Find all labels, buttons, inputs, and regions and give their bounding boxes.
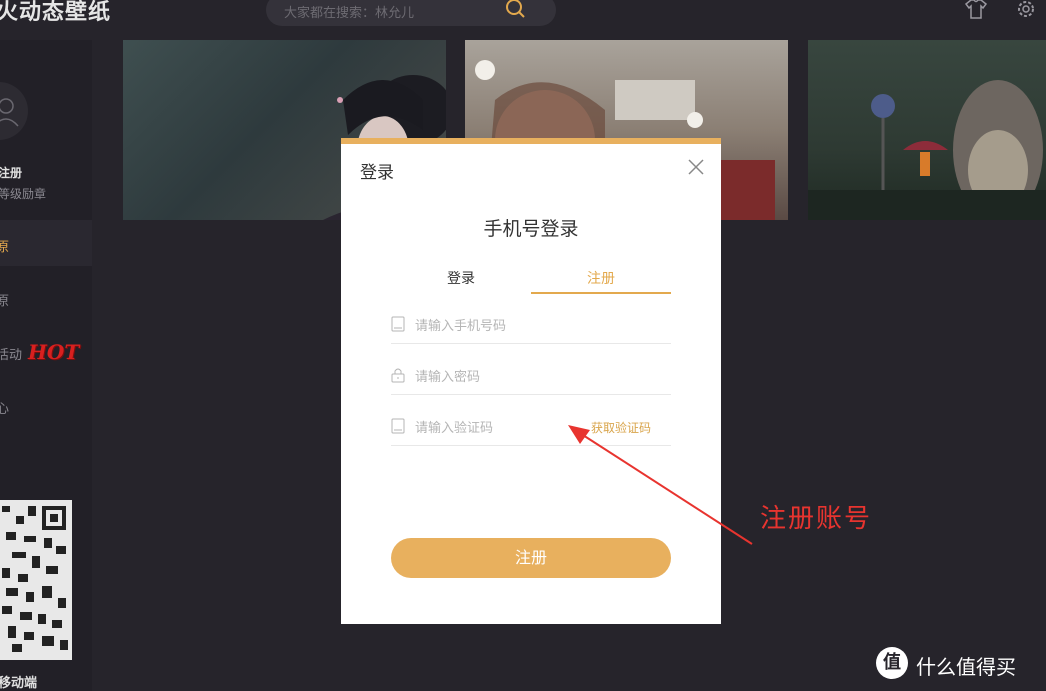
qr-code-icon <box>2 506 68 652</box>
sidebar-item-activity[interactable]: 活动 <box>0 344 22 363</box>
dialog-heading: 手机号登录 <box>483 218 579 240</box>
mobile-label: 移动端 <box>0 676 38 691</box>
search-icon[interactable] <box>504 0 526 19</box>
search-placeholder: 大家都在搜索：林允儿 <box>284 6 415 21</box>
phone-icon <box>391 316 405 332</box>
sidebar: 注册 等级励章 原 原 活动 HOT 心 移动端 <box>0 40 92 691</box>
gear-icon[interactable] <box>1014 0 1038 20</box>
sidebar-item-0[interactable]: 原 <box>0 236 9 255</box>
sidebar-item-1[interactable]: 原 <box>0 290 9 309</box>
dialog-title: 登录 <box>360 163 394 183</box>
login-dialog: 登录 手机号登录 登录 注册 请输入手机号码 请输入密码 请输入验证码 获取验证… <box>341 138 721 624</box>
phone-field[interactable]: 请输入手机号码 <box>391 304 671 344</box>
watermark-text: 什么值得买 <box>916 655 1016 679</box>
hot-badge: HOT <box>28 340 80 364</box>
search-bar[interactable]: 大家都在搜索：林允儿 <box>266 0 556 26</box>
phone-placeholder: 请输入手机号码 <box>415 319 507 334</box>
app-title: 火动态壁纸 <box>0 0 112 25</box>
annotation-text: 注册账号 <box>760 504 873 534</box>
level-label: 等级励章 <box>0 187 47 201</box>
watermark-logo: 值 <box>876 647 908 679</box>
user-icon <box>0 98 19 127</box>
wallpaper-thumbnail-3[interactable] <box>808 40 1046 220</box>
sidebar-item-3[interactable]: 心 <box>0 398 9 417</box>
nav-active-highlight <box>0 220 92 266</box>
annotation-arrow-icon <box>568 425 753 545</box>
avatar[interactable] <box>0 82 28 140</box>
close-icon[interactable] <box>687 158 705 176</box>
code-placeholder: 请输入验证码 <box>415 421 494 436</box>
qr-code <box>0 500 72 660</box>
lock-icon <box>391 368 405 383</box>
password-placeholder: 请输入密码 <box>415 370 481 385</box>
tab-register[interactable]: 注册 <box>531 268 671 294</box>
tab-login[interactable]: 登录 <box>391 268 531 294</box>
phone-icon <box>391 418 405 434</box>
password-field[interactable]: 请输入密码 <box>391 355 671 395</box>
totoro-image <box>808 80 1046 220</box>
shirt-icon[interactable] <box>964 0 988 20</box>
register-link[interactable]: 注册 <box>0 164 22 181</box>
